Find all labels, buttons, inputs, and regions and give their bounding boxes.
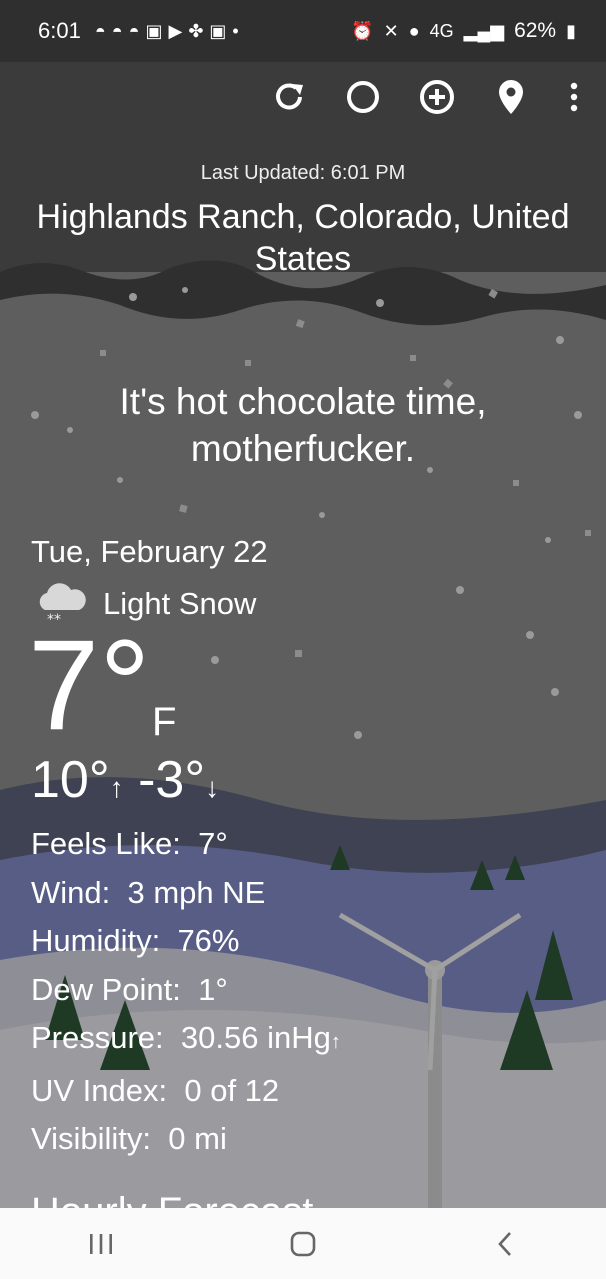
current-temperature: 7° — [28, 614, 151, 757]
detail-value: 3 mph NE — [127, 874, 266, 910]
detail-label: Wind: — [31, 874, 111, 910]
moon-icon — [347, 81, 379, 113]
detail-row-wind: Wind: 3 mph NE — [31, 869, 341, 918]
bowl-icon: ◓ — [111, 20, 123, 41]
detail-value: 1° — [198, 971, 228, 1007]
arrow-down-icon: ↓ — [205, 772, 220, 803]
high-temp: 10° — [31, 751, 110, 809]
detail-label: Feels Like: — [31, 826, 181, 861]
detail-value: 0 mi — [168, 1121, 227, 1156]
system-icons: ⏰ ✕ ● 4G ▂▄▆ 62% ▮ — [351, 19, 576, 43]
navigation-bar — [0, 1208, 606, 1279]
detail-row-pressure: Pressure: 30.56 inHg↑ — [31, 1014, 341, 1067]
mute-icon: ✕ — [383, 20, 399, 41]
back-button[interactable] — [475, 1219, 535, 1269]
refresh-icon — [276, 83, 303, 110]
refresh-button[interactable] — [268, 76, 310, 118]
detail-label: Dew Point: — [31, 971, 181, 1007]
weather-quip: It's hot chocolate time, motherfucker. — [119, 381, 487, 469]
high-low: 10°↑ -3°↓ — [31, 750, 219, 810]
last-updated: Last Updated: 6:01 PM — [200, 162, 406, 184]
notification-icons: ◓ ◓ ◓ ▣ ▶ ✤ ▣ • — [95, 21, 239, 42]
detail-row-dew-point: Dew Point: 1° — [31, 966, 341, 1015]
forecast-date: Tue, February 22 — [31, 534, 268, 569]
weather-details: Feels Like: 7° Wind: 3 mph NE Humidity: … — [31, 820, 341, 1164]
dot-icon: • — [232, 20, 239, 41]
linkedin-icon: ▣ — [145, 20, 163, 41]
detail-row-humidity: Humidity: 76% — [31, 917, 341, 966]
bowl-icon: ◓ — [128, 20, 140, 41]
detail-label: Pressure: — [31, 1020, 164, 1055]
detail-row-feels-like: Feels Like: 7° — [31, 820, 341, 869]
back-icon — [498, 1231, 511, 1256]
location-icon: ● — [408, 20, 420, 41]
recents-icon — [90, 1233, 112, 1254]
status-bar: 6:01 ◓ ◓ ◓ ▣ ▶ ✤ ▣ • ⏰ ✕ ● 4G ▂▄▆ 62% ▮ — [0, 0, 606, 62]
signal-icon: ▂▄▆ — [463, 20, 505, 41]
play-icon: ▶ — [168, 20, 183, 41]
home-icon — [290, 1231, 316, 1256]
location-name: Highlands Ranch, Colorado, United States — [36, 198, 570, 278]
arrow-up-icon: ↑ — [109, 772, 124, 803]
add-location-button[interactable] — [416, 76, 458, 118]
home-button[interactable] — [273, 1219, 333, 1269]
add-circle-icon — [420, 80, 454, 114]
status-time: 6:01 — [38, 18, 81, 43]
weather-screen: 6:01 ◓ ◓ ◓ ▣ ▶ ✤ ▣ • ⏰ ✕ ● 4G ▂▄▆ 62% ▮ — [0, 0, 606, 1279]
detail-value: 76% — [177, 923, 240, 958]
theme-button[interactable] — [342, 76, 384, 118]
recents-button[interactable] — [71, 1219, 131, 1269]
more-vert-icon — [570, 82, 578, 112]
battery-percent: 62% — [514, 19, 557, 42]
detail-value: 7° — [198, 826, 228, 861]
temperature-unit: F — [152, 700, 177, 744]
detail-value: 0 of 12 — [184, 1072, 280, 1108]
toolbar — [268, 76, 584, 118]
bowl-icon: ◓ — [94, 20, 106, 41]
network-type: 4G — [429, 20, 454, 41]
detail-row-uv-index: UV Index: 0 of 12 — [31, 1067, 341, 1116]
battery-icon: ▮ — [566, 20, 576, 41]
pinwheel-icon: ✤ — [188, 20, 204, 41]
location-button[interactable] — [490, 76, 532, 118]
detail-label: Visibility: — [31, 1121, 152, 1156]
more-options-button[interactable] — [564, 76, 584, 118]
alarm-icon: ⏰ — [351, 20, 374, 41]
low-temp: -3° — [138, 751, 206, 809]
detail-value: 30.56 inHg — [180, 1020, 331, 1055]
detail-row-visibility: Visibility: 0 mi — [31, 1115, 341, 1164]
pressure-rising-icon: ↑ — [330, 1031, 341, 1053]
location-pin-icon — [499, 80, 523, 114]
detail-label: UV Index: — [31, 1072, 168, 1108]
linkedin-icon: ▣ — [209, 20, 227, 41]
detail-label: Humidity: — [31, 923, 161, 958]
